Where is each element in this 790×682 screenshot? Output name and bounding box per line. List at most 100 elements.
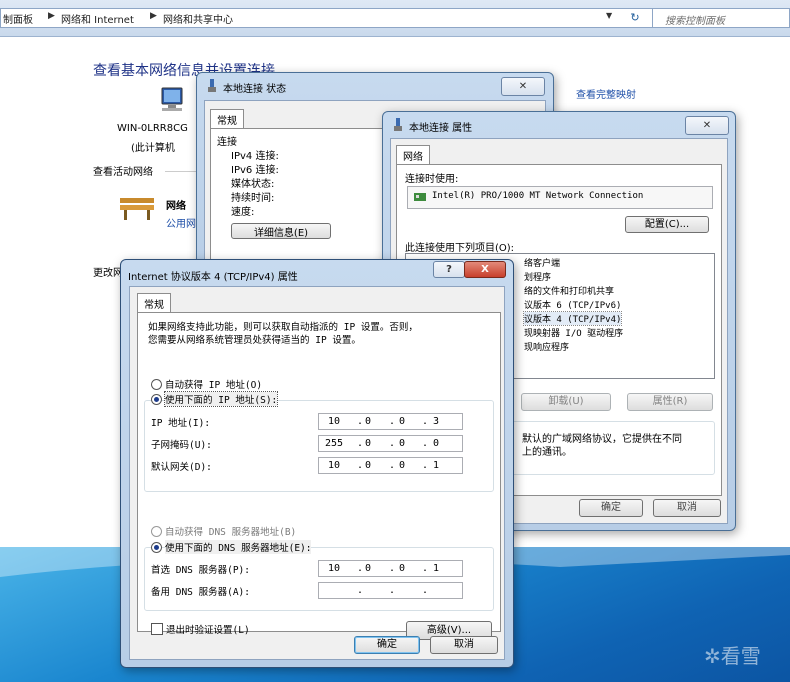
subnet-mask-label: 子网掩码(U): — [151, 440, 212, 451]
help-button[interactable]: ? — [433, 261, 465, 278]
octet: 10 — [328, 460, 341, 471]
active-networks-label: 查看活动网络 — [93, 167, 153, 178]
network-type-link[interactable]: 公用网 — [166, 215, 196, 230]
status-row-duration: 持续时间: — [231, 193, 275, 204]
general-panel: 如果网络支持此功能，则可以获取自动指派的 IP 设置。否则， 您需要从网络系统管… — [137, 312, 501, 640]
watermark-text: 看雪 — [720, 644, 761, 668]
octet: 1 — [433, 460, 440, 471]
section-connection: 连接 — [217, 137, 237, 148]
cancel-button[interactable]: 取消 — [653, 499, 721, 517]
octet: 0 — [399, 563, 406, 574]
network-adapter-icon — [394, 118, 402, 131]
validate-checkbox[interactable] — [151, 623, 163, 635]
breadcrumb-control-panel[interactable]: 制面板 — [3, 11, 33, 26]
computer-name: WIN-0LRR8CG — [117, 123, 188, 134]
public-network-bench-icon — [120, 198, 154, 220]
auto-ip-label[interactable]: 自动获得 IP 地址(O) — [165, 377, 262, 391]
ipv4-properties-dialog: Internet 协议版本 4 (TCP/IPv4) 属性 ? X 常规 如果网… — [120, 259, 514, 668]
address-box[interactable]: 制面板 ▶ 网络和 Internet ▶ 网络和共享中心 — [0, 8, 668, 28]
chevron-down-icon[interactable]: ▼ — [606, 11, 612, 20]
status-row-ipv6: IPv6 连接: — [231, 165, 279, 176]
network-card-icon — [414, 193, 426, 201]
status-row-media: 媒体状态: — [231, 179, 275, 190]
list-item[interactable]: 议版本 6 (TCP/IPv6) — [524, 298, 621, 311]
auto-ip-radio[interactable] — [151, 379, 162, 390]
item-properties-button[interactable]: 属性(R) — [627, 393, 713, 411]
list-item[interactable]: 现映射器 I/O 驱动程序 — [524, 326, 623, 339]
status-row-ipv4: IPv4 连接: — [231, 151, 279, 162]
preferred-dns-label: 首选 DNS 服务器(P): — [151, 565, 250, 576]
refresh-icon[interactable]: ↻ — [624, 9, 646, 27]
ipv4-dialog-title: Internet 协议版本 4 (TCP/IPv4) 属性 — [128, 272, 298, 283]
octet: 255 — [325, 438, 344, 449]
octet: 0 — [433, 438, 440, 449]
full-map-link[interactable]: 查看完整映射 — [576, 86, 636, 101]
validate-label[interactable]: 退出时验证设置(L) — [166, 622, 250, 636]
list-item[interactable]: 现响应程序 — [524, 340, 569, 353]
chevron-right-icon: ▶ — [150, 11, 157, 21]
configure-button[interactable]: 配置(C)... — [625, 216, 709, 233]
manual-ip-radio[interactable] — [151, 394, 162, 405]
details-button[interactable]: 详细信息(E) — [231, 223, 331, 239]
status-row-speed: 速度: — [231, 207, 255, 218]
adapter-box: Intel(R) PRO/1000 MT Network Connection — [407, 186, 713, 209]
address-toolbar: 制面板 ▶ 网络和 Internet ▶ 网络和共享中心 ▼ ↻ 搜索控制面板 — [0, 0, 790, 37]
close-button[interactable]: ✕ — [501, 77, 545, 96]
subnet-mask-field[interactable]: 255. 0. 0. 0 — [318, 435, 463, 452]
tab-network[interactable]: 网络 — [396, 145, 430, 165]
chevron-right-icon: ▶ — [48, 11, 55, 21]
items-label: 此连接使用下列项目(O): — [405, 243, 515, 254]
ok-button[interactable]: 确定 — [579, 499, 643, 517]
octet: 0 — [399, 460, 406, 471]
computer-icon — [161, 87, 183, 111]
manual-ip-label[interactable]: 使用下面的 IP 地址(S): — [163, 391, 279, 407]
alternate-dns-field[interactable]: ... — [318, 582, 463, 599]
octet: 0 — [399, 438, 406, 449]
list-item[interactable]: 络客户端 — [524, 256, 560, 269]
description-line: 上的通讯。 — [522, 447, 572, 458]
change-settings-label: 更改网 — [93, 268, 123, 279]
watermark: ✲看雪 — [704, 644, 761, 668]
connect-using-label: 连接时使用: — [405, 174, 459, 185]
ok-button[interactable]: 确定 — [354, 636, 420, 654]
breadcrumb-sharing-center[interactable]: 网络和共享中心 — [163, 11, 233, 26]
adapter-name: Intel(R) PRO/1000 MT Network Connection — [432, 191, 644, 201]
manual-dns-radio[interactable] — [151, 542, 162, 553]
octet: 0 — [365, 416, 372, 427]
auto-dns-label[interactable]: 自动获得 DNS 服务器地址(B) — [165, 524, 296, 538]
properties-window-title: 本地连接 属性 — [409, 123, 473, 134]
octet: 0 — [365, 460, 372, 471]
computer-subtitle: (此计算机 — [131, 143, 175, 154]
octet: 1 — [433, 563, 440, 574]
tab-general[interactable]: 常规 — [210, 109, 244, 129]
manual-dns-label[interactable]: 使用下面的 DNS 服务器地址(E): — [165, 540, 312, 554]
octet: 3 — [433, 416, 440, 427]
breadcrumb-network-internet[interactable]: 网络和 Internet — [61, 11, 134, 26]
ip-address-label: IP 地址(I): — [151, 418, 211, 429]
alternate-dns-label: 备用 DNS 服务器(A): — [151, 587, 250, 598]
gateway-field[interactable]: 10. 0. 0. 1 — [318, 457, 463, 474]
gateway-label: 默认网关(D): — [151, 462, 212, 473]
network-adapter-icon — [208, 79, 216, 92]
intro-line: 如果网络支持此功能，则可以获取自动指派的 IP 设置。否则， — [148, 322, 418, 333]
list-item-selected[interactable]: 议版本 4 (TCP/IPv4) — [522, 311, 623, 326]
dns-group — [144, 547, 494, 611]
ipv4-dialog-body: 常规 如果网络支持此功能，则可以获取自动指派的 IP 设置。否则， 您需要从网络… — [129, 286, 505, 660]
cancel-button[interactable]: 取消 — [430, 636, 498, 654]
octet: 10 — [328, 416, 341, 427]
preferred-dns-field[interactable]: 10. 0. 0. 1 — [318, 560, 463, 577]
octet: 10 — [328, 563, 341, 574]
octet: 0 — [365, 563, 372, 574]
octet: 0 — [399, 416, 406, 427]
auto-dns-radio[interactable] — [151, 526, 162, 537]
close-button[interactable]: ✕ — [685, 116, 729, 135]
search-input[interactable]: 搜索控制面板 — [652, 8, 790, 28]
close-button[interactable]: X — [464, 261, 506, 278]
uninstall-button[interactable]: 卸载(U) — [521, 393, 611, 411]
status-window-title: 本地连接 状态 — [223, 84, 287, 95]
list-item[interactable]: 划程序 — [524, 270, 551, 283]
intro-line: 您需要从网络系统管理员处获得适当的 IP 设置。 — [148, 335, 361, 346]
tab-general[interactable]: 常规 — [137, 293, 171, 313]
ip-address-field[interactable]: 10. 0. 0. 3 — [318, 413, 463, 430]
list-item[interactable]: 络的文件和打印机共享 — [524, 284, 614, 297]
